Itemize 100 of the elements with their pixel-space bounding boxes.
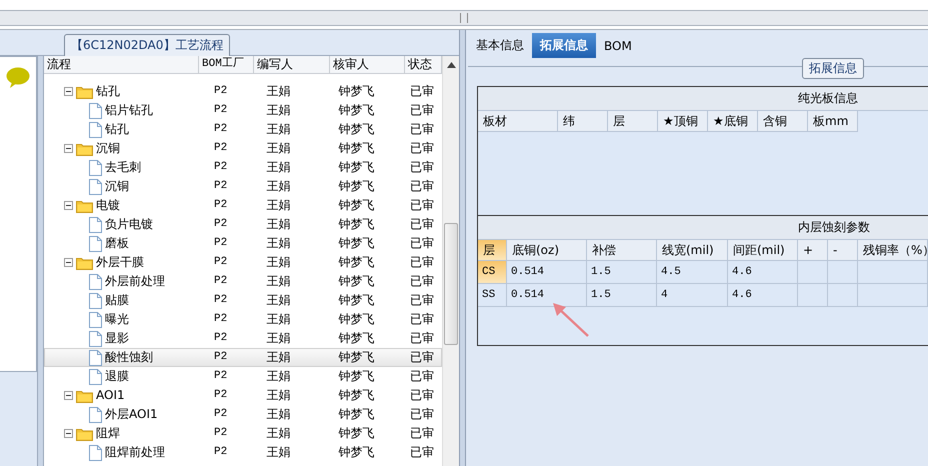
factory-cell-text: P2 (212, 274, 228, 289)
tree-row[interactable]: 磨板 P2 王娟 钟梦飞 已审 (44, 234, 442, 253)
tree-row[interactable]: 电镀 P2 王娟 钟梦飞 已审 (44, 196, 442, 215)
tab[interactable]: 拓展信息 (532, 33, 596, 58)
factory-cell-text: P2 (212, 331, 228, 346)
collapse-icon[interactable] (64, 144, 73, 153)
writer-cell-text: 王娟 (265, 444, 292, 461)
step-name: 磨板 (105, 235, 129, 252)
status-cell-text: 已审 (408, 159, 435, 176)
reviewer-cell-text: 钟梦飞 (338, 406, 376, 423)
tree-row[interactable]: 酸性蚀刻 P2 王娟 钟梦飞 已审 (44, 348, 442, 367)
step-name: 去毛刺 (105, 159, 141, 176)
tree-row[interactable]: 负片电镀 P2 王娟 钟梦飞 已审 (44, 215, 442, 234)
column-header: ★底铜 (708, 111, 758, 132)
status-cell-text: 已审 (408, 311, 435, 328)
file-icon (89, 178, 102, 194)
factory-cell-text: P2 (212, 369, 228, 384)
step-name: 电镀 (96, 197, 120, 214)
tree-row[interactable]: 铝片钻孔 P2 王娟 钟梦飞 已审 (44, 101, 442, 120)
writer-cell-text: 王娟 (265, 83, 292, 100)
table-cell (828, 284, 858, 307)
tree-row[interactable]: 阻焊 P2 王娟 钟梦飞 已审 (44, 424, 442, 443)
factory-cell-text: P2 (212, 426, 228, 441)
tree-row[interactable]: 贴膜 P2 王娟 钟梦飞 已审 (44, 291, 442, 310)
column-header: 底铜(oz) (507, 240, 587, 261)
row-header: SS (478, 284, 507, 307)
writer-cell-text: 王娟 (265, 121, 292, 138)
table-cell (828, 261, 858, 284)
step-name: 沉铜 (105, 178, 129, 195)
column-header: 含铜 (758, 111, 808, 132)
writer-cell-text: 王娟 (265, 235, 292, 252)
tree-row[interactable]: 退膜 P2 王娟 钟梦飞 已审 (44, 367, 442, 386)
folder-icon (76, 256, 93, 270)
tree-row[interactable]: 显影 P2 王娟 钟梦飞 已审 (44, 329, 442, 348)
tree-row[interactable]: 钻孔 P2 王娟 钟梦飞 已审 (44, 82, 442, 101)
collapse-icon[interactable] (64, 258, 73, 267)
table-cell (798, 284, 828, 307)
table-cell: 4.5 (657, 261, 728, 284)
status-cell-text: 已审 (408, 406, 435, 423)
table-cell: 1.5 (587, 261, 657, 284)
writer-cell-text: 王娟 (265, 254, 292, 271)
factory-cell-text: P2 (212, 84, 228, 99)
writer-cell-text: 王娟 (265, 159, 292, 176)
step-name: 负片电镀 (105, 216, 153, 233)
tab[interactable]: BOM (596, 33, 640, 58)
tree-row[interactable]: AOI1 P2 王娟 钟梦飞 已审 (44, 386, 442, 405)
step-name: 阻焊前处理 (105, 444, 165, 461)
tab[interactable]: 基本信息 (468, 33, 532, 58)
tree-row[interactable]: 曝光 P2 王娟 钟梦飞 已审 (44, 310, 442, 329)
column-header: 残铜率（%） (858, 240, 928, 261)
factory-cell-text: P2 (212, 312, 228, 327)
collapse-icon[interactable] (64, 391, 73, 400)
scrollbar-thumb[interactable] (444, 223, 458, 345)
reviewer-cell-text: 钟梦飞 (338, 330, 376, 347)
status-cell-text: 已审 (408, 235, 435, 252)
factory-cell-text: P2 (212, 217, 228, 232)
column-header: 补偿 (587, 240, 657, 261)
tree-row[interactable]: 阻焊前处理 P2 王娟 钟梦飞 已审 (44, 443, 442, 462)
reviewer-cell-text: 钟梦飞 (338, 292, 376, 309)
factory-cell-text: P2 (212, 198, 228, 213)
column-header: 层 (478, 240, 507, 261)
tree-row[interactable]: 外层前处理 P2 王娟 钟梦飞 已审 (44, 272, 442, 291)
section-title: 纯光板信息 (478, 87, 928, 111)
reviewer-cell-text: 钟梦飞 (338, 178, 376, 195)
factory-cell-text: P2 (212, 122, 228, 137)
column-header: - (828, 240, 858, 261)
column-header[interactable]: 编写人 (254, 56, 330, 73)
tree-row[interactable]: 沉铜 P2 王娟 钟梦飞 已审 (44, 177, 442, 196)
column-header: 板mm (808, 111, 858, 132)
tree-row[interactable]: 沉铜 P2 王娟 钟梦飞 已审 (44, 139, 442, 158)
step-name: 曝光 (105, 311, 129, 328)
column-header: ★顶铜 (658, 111, 708, 132)
column-header[interactable]: BOM工厂 (199, 56, 254, 73)
reviewer-cell-text: 钟梦飞 (338, 349, 376, 366)
status-cell-text: 已审 (408, 292, 435, 309)
collapse-icon[interactable] (64, 87, 73, 96)
splitter-grip[interactable] (460, 13, 468, 23)
factory-cell-text: P2 (212, 407, 228, 422)
tree-row[interactable]: 去毛刺 P2 王娟 钟梦飞 已审 (44, 158, 442, 177)
tree-row[interactable]: 外层干膜 P2 王娟 钟梦飞 已审 (44, 253, 442, 272)
step-name: 外层AOI1 (105, 406, 158, 423)
step-name: 贴膜 (105, 292, 129, 309)
row-header: CS (478, 261, 507, 284)
writer-cell-text: 王娟 (265, 311, 292, 328)
file-icon (89, 122, 102, 138)
writer-cell-text: 王娟 (265, 292, 292, 309)
reviewer-cell-text: 钟梦飞 (338, 216, 376, 233)
writer-cell-text: 王娟 (265, 273, 292, 290)
tree-row[interactable]: 钻孔 P2 王娟 钟梦飞 已审 (44, 120, 442, 139)
file-icon (89, 160, 102, 176)
column-header[interactable]: 核审人 (330, 56, 405, 73)
table-cell (858, 261, 928, 284)
step-name: 酸性蚀刻 (105, 349, 153, 366)
column-header[interactable]: 流程 (44, 56, 199, 73)
reviewer-cell-text: 钟梦飞 (338, 444, 376, 461)
tree-row[interactable]: 外层AOI1 P2 王娟 钟梦飞 已审 (44, 405, 442, 424)
collapse-icon[interactable] (64, 201, 73, 210)
scroll-up-icon[interactable] (446, 62, 456, 68)
status-cell-text: 已审 (408, 330, 435, 347)
collapse-icon[interactable] (64, 429, 73, 438)
